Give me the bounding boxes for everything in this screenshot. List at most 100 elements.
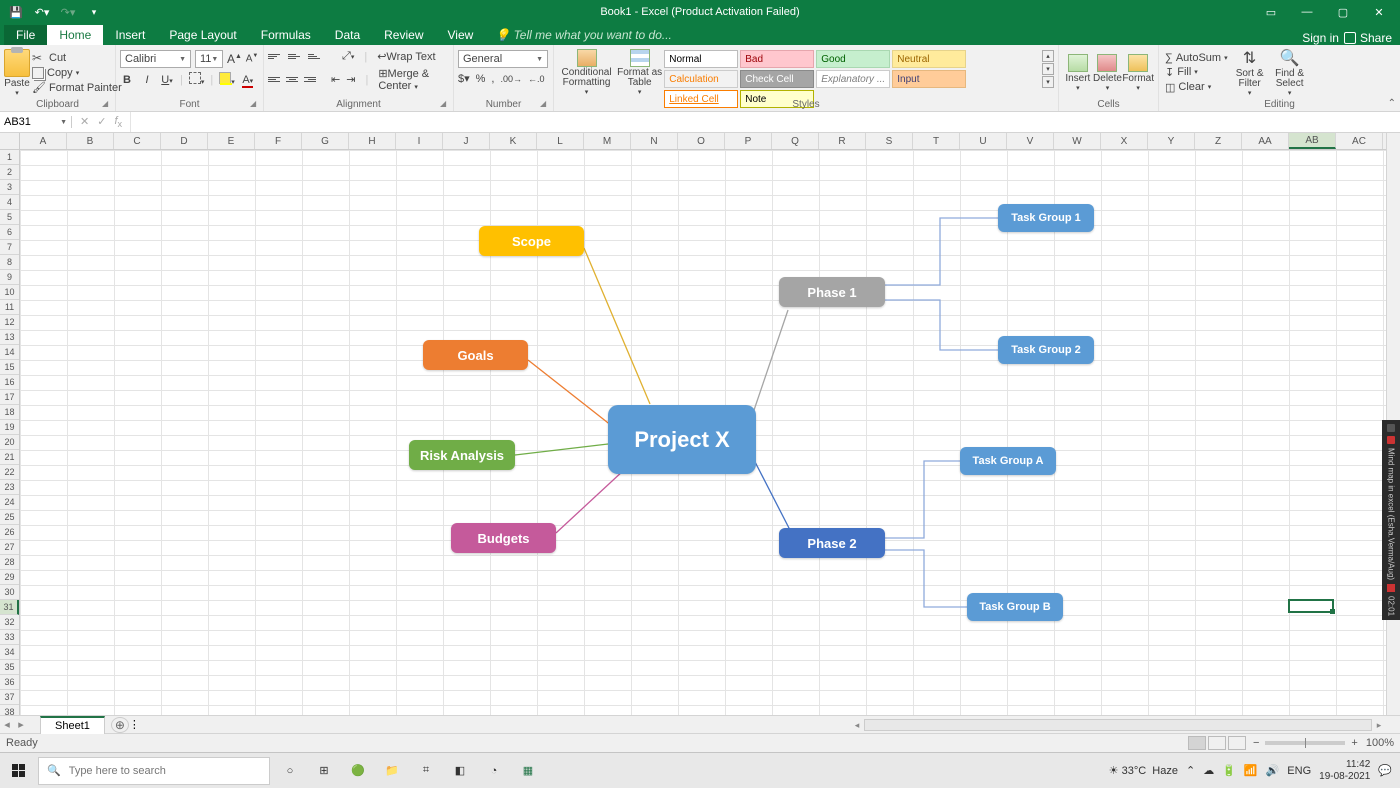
- dialog-launcher-icon[interactable]: ◢: [540, 99, 550, 109]
- shrink-font-icon[interactable]: A▼: [245, 53, 259, 64]
- cortana-icon[interactable]: ○: [276, 757, 304, 785]
- minimize-icon[interactable]: —: [1298, 6, 1316, 19]
- row-header[interactable]: 16: [0, 375, 19, 390]
- row-header[interactable]: 11: [0, 300, 19, 315]
- format-painter-button[interactable]: Format Painter: [32, 81, 122, 95]
- row-header[interactable]: 5: [0, 210, 19, 225]
- row-header[interactable]: 3: [0, 180, 19, 195]
- select-all-corner[interactable]: [0, 133, 20, 149]
- language-indicator[interactable]: ENG: [1287, 765, 1311, 777]
- column-header[interactable]: J: [443, 133, 490, 149]
- view-normal-icon[interactable]: [1188, 736, 1206, 750]
- row-header[interactable]: 36: [0, 675, 19, 690]
- column-header[interactable]: D: [161, 133, 208, 149]
- column-header[interactable]: L: [537, 133, 584, 149]
- row-header[interactable]: 18: [0, 405, 19, 420]
- column-header[interactable]: B: [67, 133, 114, 149]
- dialog-launcher-icon[interactable]: ◢: [440, 99, 450, 109]
- row-header[interactable]: 15: [0, 360, 19, 375]
- redo-icon[interactable]: ↷▾: [60, 4, 76, 20]
- tray-expand-icon[interactable]: ⌃: [1186, 764, 1195, 777]
- orientation-icon[interactable]: ⤢▾: [342, 50, 354, 63]
- column-header[interactable]: I: [396, 133, 443, 149]
- recorder-grid-icon[interactable]: [1387, 424, 1395, 432]
- chrome-icon[interactable]: 🟢: [344, 757, 372, 785]
- grow-font-icon[interactable]: A▲: [227, 52, 241, 66]
- style-scroll-down-icon[interactable]: ▾: [1042, 63, 1054, 75]
- undo-icon[interactable]: ↶▾: [34, 4, 50, 20]
- column-header[interactable]: T: [913, 133, 960, 149]
- recorder-stop-icon[interactable]: [1387, 436, 1395, 444]
- column-header[interactable]: N: [631, 133, 678, 149]
- align-right-icon[interactable]: [304, 74, 316, 86]
- shape-budgets[interactable]: Budgets: [451, 523, 556, 553]
- bold-button[interactable]: B: [120, 74, 134, 86]
- row-header[interactable]: 13: [0, 330, 19, 345]
- row-header[interactable]: 32: [0, 615, 19, 630]
- share-button[interactable]: Share: [1344, 31, 1392, 45]
- row-header[interactable]: 31: [0, 600, 19, 615]
- font-name-combo[interactable]: Calibri▼: [120, 50, 191, 68]
- column-header[interactable]: C: [114, 133, 161, 149]
- weather-widget[interactable]: ☀ 33°C Haze: [1109, 764, 1178, 777]
- column-header[interactable]: H: [349, 133, 396, 149]
- row-header[interactable]: 24: [0, 495, 19, 510]
- currency-icon[interactable]: $▾: [458, 72, 470, 85]
- column-header[interactable]: AB: [1289, 133, 1336, 149]
- row-header[interactable]: 14: [0, 345, 19, 360]
- dec-indent-icon[interactable]: ⇤: [331, 73, 340, 86]
- style-more-icon[interactable]: ▾: [1042, 76, 1054, 88]
- start-button[interactable]: [4, 757, 32, 785]
- display-options-icon[interactable]: ▭: [1262, 6, 1280, 19]
- column-header[interactable]: V: [1007, 133, 1054, 149]
- percent-icon[interactable]: %: [476, 73, 486, 85]
- inc-decimal-icon[interactable]: .00→: [500, 74, 522, 84]
- align-middle-icon[interactable]: [288, 51, 302, 63]
- row-header[interactable]: 4: [0, 195, 19, 210]
- screen-recorder-panel[interactable]: Mind map in excel (Esha.Verma/Aug) 02:01: [1382, 420, 1400, 620]
- dialog-launcher-icon[interactable]: ◢: [250, 99, 260, 109]
- dec-decimal-icon[interactable]: ←.0: [528, 74, 545, 84]
- app-icon-2[interactable]: ◔: [480, 757, 508, 785]
- recorder-rec-icon[interactable]: [1387, 584, 1395, 592]
- row-header[interactable]: 28: [0, 555, 19, 570]
- selected-cell[interactable]: [1288, 599, 1334, 613]
- row-header[interactable]: 35: [0, 660, 19, 675]
- ribbon-tab-review[interactable]: Review: [372, 25, 435, 45]
- shape-tg1[interactable]: Task Group 1: [998, 204, 1094, 232]
- row-header[interactable]: 37: [0, 690, 19, 705]
- app-icon[interactable]: ◧: [446, 757, 474, 785]
- autosum-button[interactable]: ∑AutoSum ▾: [1165, 52, 1228, 64]
- slack-icon[interactable]: ⌗: [412, 757, 440, 785]
- wifi-icon[interactable]: 📶: [1244, 764, 1258, 777]
- shape-tgb[interactable]: Task Group B: [967, 593, 1063, 621]
- ribbon-tab-insert[interactable]: Insert: [103, 25, 157, 45]
- row-header[interactable]: 29: [0, 570, 19, 585]
- ribbon-tab-home[interactable]: Home: [47, 25, 103, 45]
- row-header[interactable]: 23: [0, 480, 19, 495]
- sheet-nav-next-icon[interactable]: ▸: [14, 718, 28, 731]
- column-header[interactable]: AA: [1242, 133, 1289, 149]
- fill-color-button[interactable]: ▾: [219, 72, 235, 87]
- zoom-in-icon[interactable]: +: [1351, 737, 1357, 749]
- column-header[interactable]: R: [819, 133, 866, 149]
- taskbar-clock[interactable]: 11:4219-08-2021: [1319, 759, 1370, 783]
- italic-button[interactable]: I: [140, 74, 154, 86]
- fx-icon[interactable]: fx: [114, 115, 122, 129]
- cell-style-bad[interactable]: Bad: [740, 50, 814, 68]
- merge-center-button[interactable]: ⊞Merge & Center ▾: [378, 67, 449, 92]
- row-header[interactable]: 10: [0, 285, 19, 300]
- sheet-nav-prev-icon[interactable]: ◂: [0, 718, 14, 731]
- view-page-layout-icon[interactable]: [1208, 736, 1226, 750]
- shape-phase1[interactable]: Phase 1: [779, 277, 885, 307]
- cell-style-neutral[interactable]: Neutral: [892, 50, 966, 68]
- style-scroll-up-icon[interactable]: ▴: [1042, 50, 1054, 62]
- row-header[interactable]: 34: [0, 645, 19, 660]
- row-header[interactable]: 20: [0, 435, 19, 450]
- format-cells-button[interactable]: Format▾: [1122, 48, 1154, 97]
- row-header[interactable]: 26: [0, 525, 19, 540]
- column-header[interactable]: W: [1054, 133, 1101, 149]
- column-header[interactable]: K: [490, 133, 537, 149]
- shape-projectx[interactable]: Project X: [608, 405, 756, 474]
- ribbon-tab-view[interactable]: View: [436, 25, 486, 45]
